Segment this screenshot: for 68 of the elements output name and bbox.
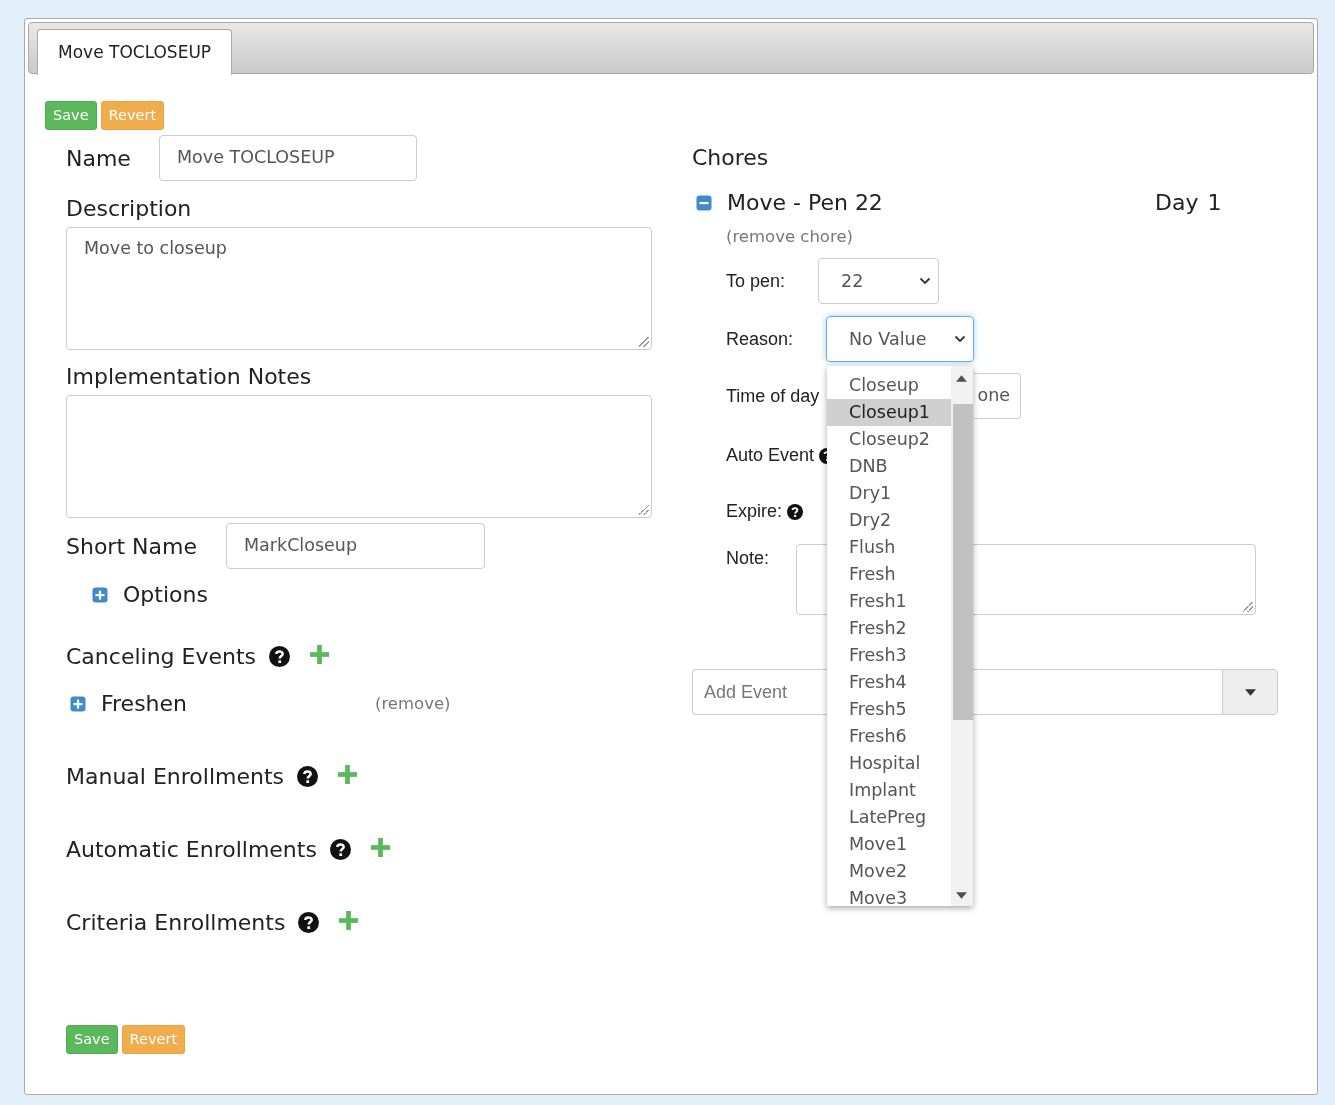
- dropdown-option[interactable]: Fresh3: [827, 642, 951, 669]
- scroll-up-icon[interactable]: [956, 375, 967, 382]
- options-label: Options: [123, 581, 208, 608]
- dropdown-option[interactable]: Fresh1: [827, 588, 951, 615]
- dropdown-option[interactable]: Closeup1: [827, 399, 951, 426]
- scrollbar[interactable]: [951, 366, 973, 906]
- chore-title: Move - Pen 22: [727, 190, 884, 215]
- description-label: Description: [66, 196, 193, 221]
- dropdown-option[interactable]: Dry1: [827, 480, 951, 507]
- dropdown-option[interactable]: Move3: [827, 885, 951, 906]
- section-title: Criteria Enrollments: [66, 910, 286, 935]
- add-icon[interactable]: [338, 765, 358, 784]
- chevron-icon: [954, 335, 966, 343]
- collapse-icon[interactable]: [696, 194, 712, 211]
- dropdown-option[interactable]: Closeup: [827, 372, 951, 399]
- add-icon[interactable]: [370, 838, 390, 857]
- help-icon[interactable]: [329, 839, 351, 860]
- dropdown-option[interactable]: Fresh: [827, 561, 951, 588]
- implementation-notes-field[interactable]: [66, 395, 652, 518]
- caret-icon: [1244, 688, 1256, 696]
- name-field[interactable]: Move TOCLOSEUP: [159, 135, 417, 181]
- remove-chore-link[interactable]: (remove chore): [726, 227, 1278, 246]
- help-icon[interactable]: [787, 503, 804, 520]
- day-label: Day: [1155, 190, 1199, 215]
- dropdown-option[interactable]: Hospital: [827, 750, 951, 777]
- select-field[interactable]: 22: [818, 258, 939, 304]
- add-icon[interactable]: [339, 911, 359, 930]
- name-label: Name: [66, 145, 132, 171]
- event-label: Freshen: [101, 691, 189, 716]
- description-field[interactable]: Move to closeup: [66, 227, 652, 350]
- field-label: To pen:: [726, 270, 787, 292]
- field-label: Expire:: [726, 501, 783, 522]
- dropdown-option[interactable]: Fresh5: [827, 696, 951, 723]
- section-title: Manual Enrollments: [66, 764, 285, 789]
- help-icon[interactable]: [297, 766, 319, 787]
- dropdown-option[interactable]: Move2: [827, 858, 951, 885]
- expand-icon[interactable]: [92, 586, 108, 603]
- chores-title: Chores: [692, 145, 770, 170]
- select-field[interactable]: No Value: [826, 316, 974, 362]
- section-title: Automatic Enrollments: [66, 837, 317, 862]
- field-label: Auto Event: [726, 445, 815, 466]
- add-icon[interactable]: [310, 645, 330, 664]
- dropdown-option[interactable]: Fresh2: [827, 615, 951, 642]
- implementation-notes-label: Implementation Notes: [66, 364, 313, 389]
- dropdown-option[interactable]: Fresh6: [827, 723, 951, 750]
- short-name-field[interactable]: MarkCloseup: [226, 523, 485, 569]
- day-number: 1: [1207, 190, 1222, 215]
- help-icon[interactable]: [298, 912, 320, 933]
- field-label: Note:: [726, 547, 771, 569]
- dropdown-option[interactable]: Dry2: [827, 507, 951, 534]
- dropdown-option[interactable]: Implant: [827, 777, 951, 804]
- short-name-label: Short Name: [66, 533, 198, 559]
- dropdown-option[interactable]: LatePreg: [827, 804, 951, 831]
- chevron-icon: [919, 277, 931, 285]
- time-field[interactable]: one: [974, 373, 1021, 419]
- section-title: Canceling Events: [66, 644, 257, 669]
- dropdown-option[interactable]: Closeup2: [827, 426, 951, 453]
- field-label: Reason:: [726, 328, 795, 350]
- help-icon[interactable]: [269, 646, 291, 667]
- remove-link[interactable]: (remove): [375, 694, 451, 713]
- dropdown-option[interactable]: Flush: [827, 534, 951, 561]
- scroll-down-icon[interactable]: [956, 892, 967, 899]
- expand-icon[interactable]: [70, 695, 86, 712]
- dropdown-option[interactable]: Fresh4: [827, 669, 951, 696]
- dropdown-option[interactable]: DNB: [827, 453, 951, 480]
- field-label: Time of day: [726, 385, 821, 407]
- dropdown-option[interactable]: Move1: [827, 831, 951, 858]
- tab[interactable]: Move TOCLOSEUP: [37, 29, 233, 75]
